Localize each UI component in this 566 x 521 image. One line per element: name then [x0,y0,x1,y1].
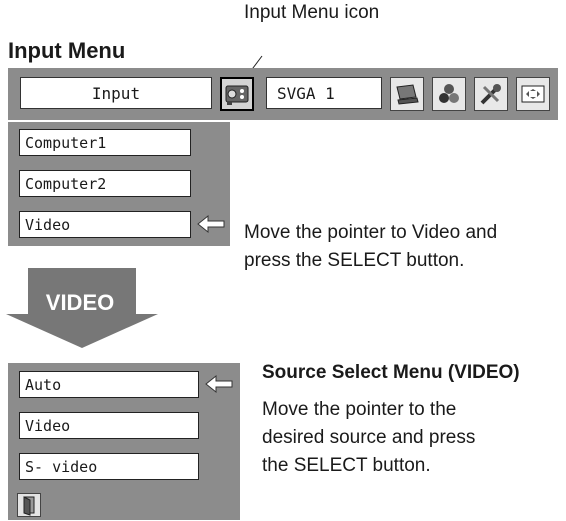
menu-item-video[interactable]: Video [19,211,191,238]
laptop-icon[interactable] [390,77,424,111]
source-item-video[interactable]: Video [19,412,199,439]
menu-bar: Input SVGA 1 [8,68,558,120]
resolution-label[interactable]: SVGA 1 [266,77,382,109]
screen-icon[interactable] [516,77,550,111]
pointer-arrow-icon [205,374,233,394]
instruction-step2: Move the pointer to the desired source a… [262,399,476,476]
color-balls-icon[interactable] [432,77,466,111]
tools-icon[interactable] [474,77,508,111]
source-item-auto[interactable]: Auto [19,371,199,398]
menu-title: Input Menu [8,38,126,63]
input-menu-icon[interactable] [220,77,254,111]
instruction-step1: Move the pointer to Video and press the … [244,222,498,271]
menu-item-computer2[interactable]: Computer2 [19,170,191,197]
source-select-panel: Auto Video S- video [8,363,240,520]
input-menu-label[interactable]: Input [20,77,212,109]
input-dropdown: Computer1 Computer2 Video [8,122,230,246]
menu-item-computer1[interactable]: Computer1 [19,129,191,156]
source-select-title: Source Select Menu (VIDEO) [262,362,520,383]
source-item-s-video[interactable]: S- video [19,453,199,480]
exit-icon[interactable] [17,493,41,517]
pointer-arrow-icon [197,214,225,234]
arrow-label: VIDEO [45,290,115,315]
